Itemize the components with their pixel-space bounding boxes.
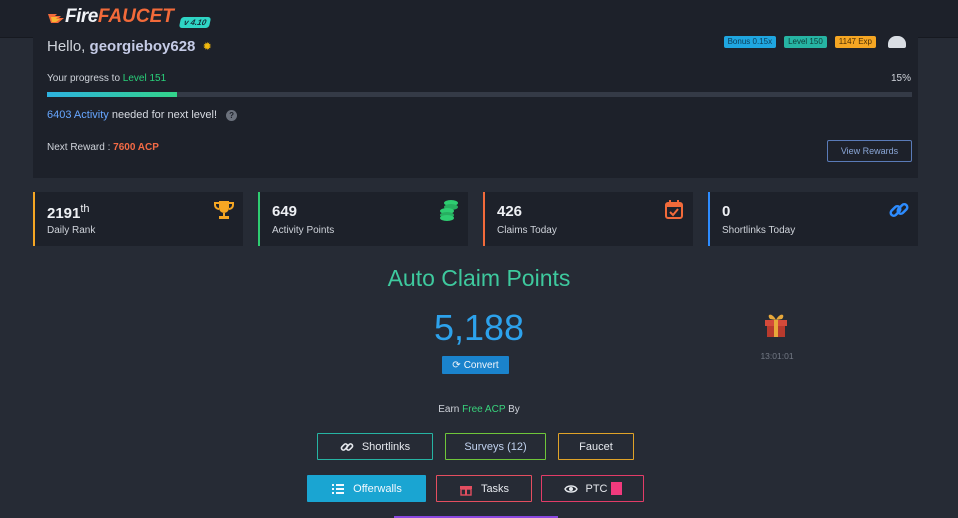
shortlinks-button[interactable]: Shortlinks: [317, 433, 433, 460]
accent-bar: [708, 192, 710, 246]
logo-fire-text: Fire: [65, 6, 98, 27]
offerwalls-label: Offerwalls: [353, 482, 402, 495]
auto-claim-value: 5,188: [433, 307, 525, 348]
accent-bar: [258, 192, 260, 246]
link-icon: [340, 442, 354, 451]
stat-claims-today: 426 Claims Today: [483, 192, 693, 246]
ptc-label: PTC: [585, 482, 608, 495]
activity-needed: 6403 Activity needed for next level! ?: [47, 109, 238, 121]
activity-points-value: 649: [272, 203, 298, 220]
progress-bar: [47, 92, 912, 97]
earn-heading: Earn Free ACP By: [0, 404, 958, 415]
level-progress-card: Hello, georgieboy628 ✹ Bonus 0.15x Level…: [33, 30, 918, 178]
earn-free: Free ACP: [462, 404, 506, 415]
accent-bar: [33, 192, 35, 246]
stat-activity-points: 649 Activity Points: [258, 192, 468, 246]
settings-gear-icon[interactable]: ✹: [203, 40, 212, 53]
progress-label: Your progress to Level 151: [47, 73, 166, 84]
gift-timer: 13:01:01: [760, 351, 794, 361]
tasks-label: Tasks: [480, 482, 510, 495]
ptc-button[interactable]: PTC: [541, 475, 644, 502]
claims-today-label: Claims Today: [497, 225, 557, 236]
greeting: Hello, georgieboy628 ✹: [47, 38, 212, 55]
view-rewards-button[interactable]: View Rewards: [827, 140, 912, 162]
greeting-text: Hello,: [47, 38, 86, 55]
help-icon[interactable]: ?: [226, 110, 238, 121]
level-badge: Level 150: [784, 36, 827, 48]
activity-amount: 6403 Activity: [47, 109, 109, 121]
earn-prefix: Earn: [438, 404, 460, 415]
bonus-badge: Bonus 0.15x: [723, 36, 777, 48]
next-reward: Next Reward : 7600 ACP: [47, 142, 159, 153]
next-reward-value: 7600 ACP: [113, 142, 159, 153]
list-icon: [332, 483, 345, 494]
tasks-button[interactable]: Tasks: [436, 475, 532, 502]
claims-today-value: 426: [497, 203, 523, 220]
username: georgieboy628: [89, 38, 196, 55]
next-reward-label: Next Reward :: [47, 142, 111, 153]
ptc-count-badge: [610, 482, 622, 495]
flame-icon: [48, 14, 64, 23]
eye-icon: [563, 484, 578, 493]
stat-daily-rank: 2191th Daily Rank: [33, 192, 243, 246]
shortlinks-today-value: 0: [722, 203, 731, 220]
version-badge: v 4.10: [178, 16, 212, 28]
user-badges: Bonus 0.15x Level 150 1147 Exp: [723, 36, 906, 48]
progress-prefix: Your progress to: [47, 73, 121, 84]
auto-claim-title: Auto Claim Points: [387, 265, 571, 291]
trophy-icon: [214, 201, 234, 219]
firefaucet-logo[interactable]: Fire FAUCET v 4.10: [48, 6, 212, 28]
faucet-button[interactable]: Faucet: [558, 433, 634, 460]
activity-points-label: Activity Points: [272, 225, 335, 236]
coins-icon: [440, 200, 458, 221]
progress-bar-fill: [47, 92, 177, 97]
refresh-icon: ⟳: [452, 359, 461, 371]
gift-icon: [459, 485, 472, 496]
avatar[interactable]: [888, 36, 906, 48]
exp-badge: 1147 Exp: [834, 36, 876, 48]
accent-bar: [483, 192, 485, 246]
daily-rank-label: Daily Rank: [47, 225, 96, 236]
progress-percent: 15%: [890, 73, 911, 84]
gift-icon[interactable]: [762, 310, 790, 338]
offerwalls-button[interactable]: Offerwalls: [307, 475, 426, 502]
calendar-check-icon: [665, 200, 683, 219]
next-level: Level 151: [122, 73, 167, 84]
convert-button[interactable]: ⟳ Convert: [442, 356, 509, 374]
shortlinks-label: Shortlinks: [361, 440, 411, 453]
earn-suffix: By: [508, 404, 520, 415]
link-icon: [889, 202, 909, 218]
shortlinks-today-label: Shortlinks Today: [722, 225, 796, 236]
daily-rank-value: 2191th: [47, 203, 90, 222]
logo-faucet-text: FAUCET: [97, 6, 174, 27]
stat-shortlinks-today: 0 Shortlinks Today: [708, 192, 918, 246]
activity-suffix: needed for next level!: [111, 109, 218, 121]
surveys-button[interactable]: Surveys (12): [445, 433, 546, 460]
convert-label: Convert: [463, 359, 499, 371]
